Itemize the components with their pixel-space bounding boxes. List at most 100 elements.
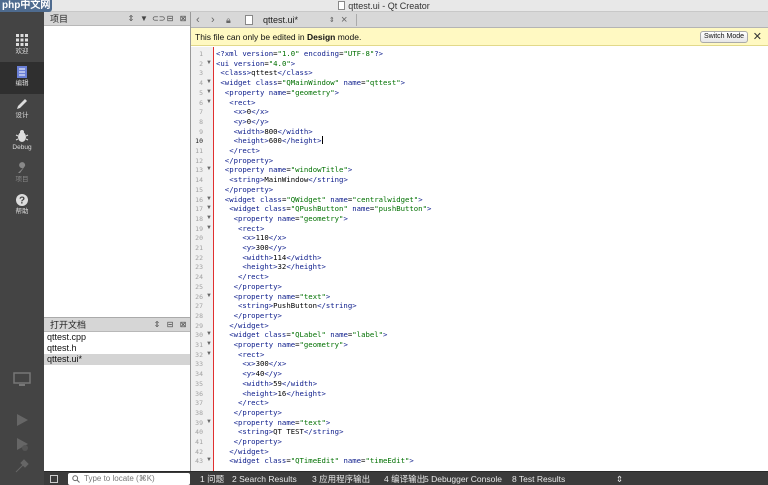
- code-line[interactable]: </property>: [216, 185, 273, 195]
- fold-toggle-icon[interactable]: ▼: [206, 205, 212, 211]
- code-line[interactable]: </rect>: [216, 398, 269, 408]
- switch-mode-button[interactable]: Switch Mode: [700, 31, 748, 43]
- fold-toggle-icon[interactable]: ▼: [206, 419, 212, 425]
- fold-toggle-icon[interactable]: ▼: [206, 293, 212, 299]
- split-add-icon[interactable]: ⊟: [165, 320, 175, 330]
- mode-debug[interactable]: Debug: [0, 126, 44, 158]
- code-line[interactable]: <height>32</height>: [216, 262, 326, 272]
- nav-forward-icon[interactable]: ›: [211, 12, 215, 28]
- code-line[interactable]: </rect>: [216, 146, 260, 156]
- mode-edit[interactable]: 编辑: [0, 62, 44, 94]
- link-icon[interactable]: ⊂⊃: [152, 14, 165, 24]
- code-line[interactable]: <width>59</width>: [216, 379, 317, 389]
- close-panel-icon[interactable]: ⊠: [178, 320, 188, 330]
- code-line[interactable]: </property>: [216, 311, 282, 321]
- split-add-icon[interactable]: ⊟: [165, 14, 175, 24]
- close-panel-icon[interactable]: ⊠: [178, 14, 188, 24]
- code-line[interactable]: </property>: [216, 156, 273, 166]
- code-line[interactable]: </rect>: [216, 272, 269, 282]
- open-document-item[interactable]: qttest.cpp: [44, 332, 190, 343]
- fold-toggle-icon[interactable]: ▼: [206, 166, 212, 172]
- mode-welcome[interactable]: 欢迎: [0, 30, 44, 62]
- code-line[interactable]: <widget class="QLabel" name="label">: [216, 330, 387, 340]
- nav-back-icon[interactable]: ‹: [196, 12, 200, 28]
- fold-toggle-icon[interactable]: ▼: [206, 457, 212, 463]
- close-info-icon[interactable]: ✕: [753, 28, 762, 46]
- code-line[interactable]: <y>40</y>: [216, 369, 282, 379]
- more-tabs-icon[interactable]: ⇕: [616, 472, 623, 485]
- fold-toggle-icon[interactable]: ▼: [206, 60, 212, 66]
- fold-toggle-icon[interactable]: ▼: [206, 215, 212, 221]
- output-tab[interactable]: 5 Debugger Console: [424, 472, 502, 485]
- code-line[interactable]: <property name="text">: [216, 418, 331, 428]
- monitor-icon[interactable]: [13, 372, 31, 388]
- fold-toggle-icon[interactable]: ▼: [206, 196, 212, 202]
- run-icon[interactable]: [14, 412, 30, 428]
- combo-arrows-icon[interactable]: ⇕: [126, 14, 136, 24]
- code-line[interactable]: <string>PushButton</string>: [216, 301, 357, 311]
- code-line[interactable]: <rect>: [216, 224, 264, 234]
- file-combo-arrows-icon[interactable]: ⇕: [329, 16, 335, 24]
- code-line[interactable]: <x>110</x>: [216, 233, 286, 243]
- code-line[interactable]: <height>16</height>: [216, 389, 326, 399]
- open-document-item[interactable]: qttest.h: [44, 343, 190, 354]
- mode-help[interactable]: ? 帮助: [0, 190, 44, 222]
- build-hammer-icon[interactable]: [14, 458, 30, 474]
- project-panel-header: 项目 ⇕ ▼ ⊂⊃ ⊟ ⊠: [44, 12, 190, 26]
- output-tab[interactable]: 1 问题: [200, 472, 224, 485]
- code-line[interactable]: <class>qttest</class>: [216, 68, 312, 78]
- close-document-icon[interactable]: ×: [341, 12, 347, 28]
- code-line[interactable]: </property>: [216, 282, 282, 292]
- output-tab[interactable]: 4 编译输出: [384, 472, 425, 485]
- fold-toggle-icon[interactable]: ▼: [206, 341, 212, 347]
- fold-toggle-icon[interactable]: ▼: [206, 79, 212, 85]
- code-line[interactable]: <widget class="QPushButton" name="pushBu…: [216, 204, 431, 214]
- locator-input[interactable]: Type to locate (⌘K): [68, 473, 190, 485]
- code-line[interactable]: <width>114</width>: [216, 253, 321, 263]
- code-line[interactable]: <property name="windowTitle">: [216, 165, 352, 175]
- code-line[interactable]: <rect>: [216, 350, 264, 360]
- code-line[interactable]: </property>: [216, 437, 282, 447]
- fold-toggle-icon[interactable]: ▼: [206, 89, 212, 95]
- open-document-item[interactable]: qttest.ui*: [44, 354, 190, 365]
- code-line[interactable]: <ui version="4.0">: [216, 59, 295, 69]
- code-line[interactable]: <?xml version="1.0" encoding="UTF-8"?>: [216, 49, 383, 59]
- code-line[interactable]: </property>: [216, 408, 282, 418]
- code-line[interactable]: <rect>: [216, 98, 255, 108]
- code-line[interactable]: <string>QT TEST</string>: [216, 427, 344, 437]
- code-line[interactable]: <width>800</width>: [216, 127, 313, 137]
- code-line[interactable]: <height>600</height>: [216, 136, 323, 146]
- filter-icon[interactable]: ▼: [139, 14, 149, 24]
- info-message: This file can only be edited in Design m…: [195, 32, 362, 42]
- mode-label: 设计: [15, 112, 29, 119]
- fold-toggle-icon[interactable]: ▼: [206, 331, 212, 337]
- code-line[interactable]: <property name="geometry">: [216, 214, 348, 224]
- code-line[interactable]: <x>300</x>: [216, 359, 286, 369]
- lock-icon[interactable]: 🔒︎: [226, 12, 231, 28]
- fold-toggle-icon[interactable]: ▼: [206, 225, 212, 231]
- debug-run-icon[interactable]: [14, 436, 30, 452]
- code-line[interactable]: <widget class="QTimeEdit" name="timeEdit…: [216, 456, 414, 466]
- toggle-sidebar-icon[interactable]: [50, 475, 58, 483]
- code-line[interactable]: <property name="text">: [216, 292, 331, 302]
- output-tab[interactable]: 2 Search Results: [232, 472, 297, 485]
- code-line[interactable]: <property name="geometry">: [216, 88, 339, 98]
- code-line[interactable]: </widget>: [216, 447, 269, 457]
- fold-toggle-icon[interactable]: ▼: [206, 99, 212, 105]
- code-line[interactable]: <y>0</y>: [216, 117, 269, 127]
- output-tab[interactable]: 8 Test Results: [512, 472, 565, 485]
- code-line[interactable]: <widget class="QWidget" name="centralwid…: [216, 195, 423, 205]
- code-line[interactable]: <property name="geometry">: [216, 340, 348, 350]
- code-line[interactable]: </widget>: [216, 321, 269, 331]
- code-line[interactable]: <x>0</x>: [216, 107, 269, 117]
- code-line[interactable]: <widget class="QMainWindow" name="qttest…: [216, 78, 405, 88]
- mode-design[interactable]: 设计: [0, 94, 44, 126]
- output-tab[interactable]: 3 应用程序输出: [312, 472, 370, 485]
- editor-file-name[interactable]: qttest.ui*: [263, 12, 298, 28]
- fold-toggle-icon[interactable]: ▼: [206, 351, 212, 357]
- mode-projects[interactable]: 项目: [0, 158, 44, 190]
- code-editor[interactable]: <?xml version="1.0" encoding="UTF-8"?> <u…: [191, 47, 768, 471]
- code-line[interactable]: <y>300</y>: [216, 243, 286, 253]
- combo-arrows-icon[interactable]: ⇕: [152, 320, 162, 330]
- code-line[interactable]: <string>MainWindow</string>: [216, 175, 348, 185]
